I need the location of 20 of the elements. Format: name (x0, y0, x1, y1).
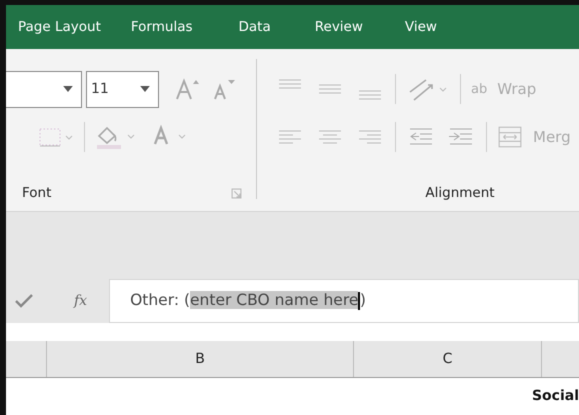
ribbon-tab[interactable]: Review (314, 19, 363, 35)
caret-icon (140, 86, 150, 92)
dialog-launcher-icon[interactable] (231, 188, 242, 198)
group-label: Font (22, 185, 52, 201)
font-name-dropdown[interactable] (6, 70, 82, 108)
ribbon-tab[interactable]: View (404, 19, 437, 35)
formula-input-field[interactable]: Other: (enter CBO name here) (109, 278, 579, 322)
font-size-dropdown[interactable]: 11 (86, 70, 159, 108)
enter-check-icon[interactable] (14, 292, 34, 308)
insert-function-icon[interactable]: fx (74, 292, 88, 308)
ribbon-tab[interactable]: Formulas (130, 19, 192, 35)
increase-font-icon[interactable] (175, 76, 201, 102)
group-label: Alignment (425, 185, 495, 201)
ribbon-tab[interactable]: Data (238, 19, 271, 35)
table-cell: Social (532, 388, 579, 404)
merge-cells-icon[interactable] (497, 124, 523, 150)
column-header[interactable]: B (47, 341, 354, 377)
ribbon-tab[interactable]: Page Layout (18, 19, 101, 35)
caret-icon (63, 86, 73, 92)
column-header[interactable]: C (354, 341, 542, 377)
